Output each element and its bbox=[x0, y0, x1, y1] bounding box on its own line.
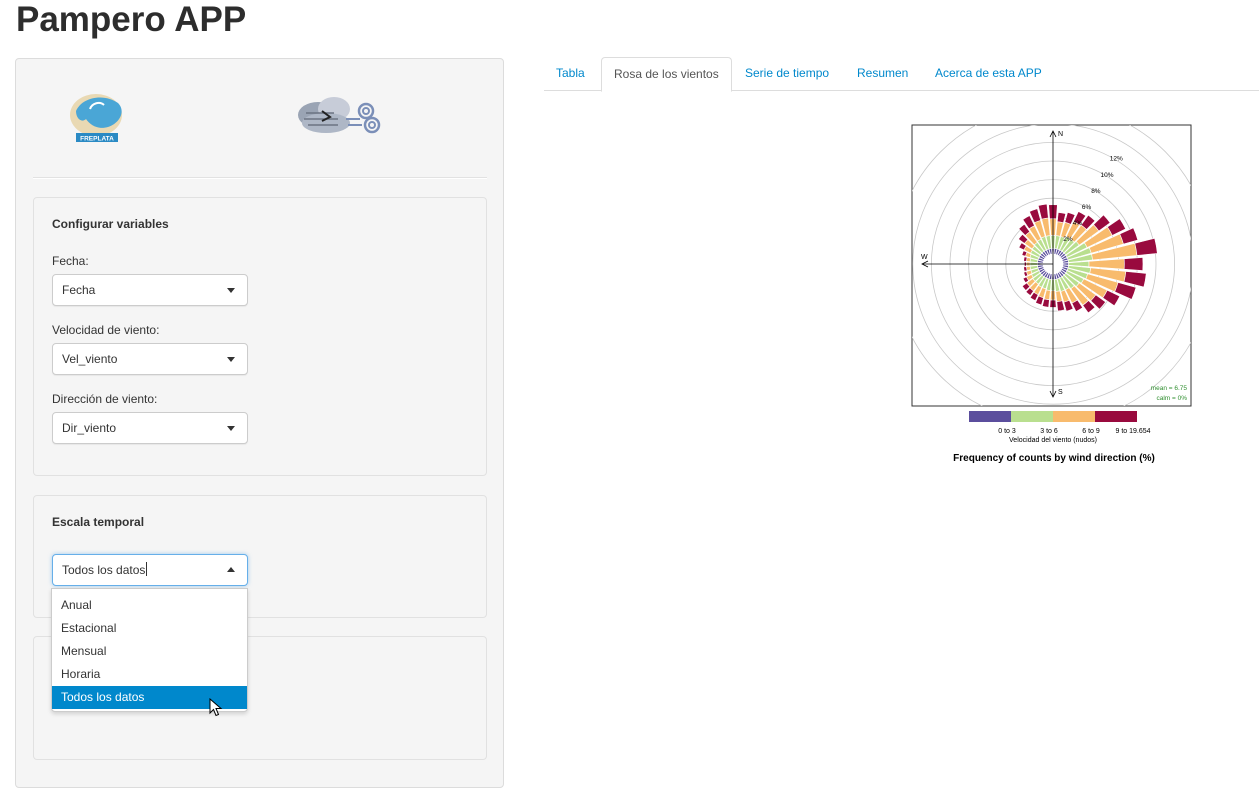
freplata-logo-text: FREPLATA bbox=[80, 136, 114, 143]
text-cursor bbox=[146, 562, 148, 576]
temporal-scale-title: Escala temporal bbox=[52, 515, 145, 529]
legend-swatch bbox=[1011, 411, 1053, 422]
app-title: Pampero APP bbox=[16, 0, 247, 39]
radial-tick-label: 12% bbox=[1110, 156, 1123, 163]
fecha-label: Fecha: bbox=[52, 254, 89, 268]
dropdown-option[interactable]: Mensual bbox=[52, 640, 247, 663]
chevron-up-icon bbox=[227, 567, 235, 572]
direccion-label: Dirección de viento: bbox=[52, 392, 158, 406]
chevron-down-icon bbox=[227, 288, 235, 293]
temporal-scale-value: Todos los datos bbox=[62, 563, 146, 577]
mean-stat: mean = 6.75 bbox=[1151, 385, 1188, 392]
chart-title: Frequency of counts by wind direction (%… bbox=[953, 453, 1155, 464]
dropdown-option[interactable]: Horaria bbox=[52, 663, 247, 686]
direccion-select[interactable]: Dir_viento bbox=[52, 412, 248, 444]
plot-panel bbox=[911, 124, 1192, 407]
calm-stat: calm = 0% bbox=[1156, 395, 1187, 402]
legend-swatch bbox=[1053, 411, 1095, 422]
legend-swatch bbox=[1095, 411, 1137, 422]
rose-sector bbox=[1123, 257, 1144, 271]
dropdown-option[interactable]: Estacional bbox=[52, 617, 247, 640]
velocidad-select[interactable]: Vel_viento bbox=[52, 343, 248, 375]
main-tabs: Tabla Rosa de los vientos Serie de tiemp… bbox=[544, 57, 1259, 92]
clouds-logo bbox=[298, 97, 381, 134]
radial-tick-label: 4% bbox=[1073, 220, 1083, 227]
rose-sector bbox=[1023, 266, 1028, 272]
chevron-down-icon bbox=[227, 426, 235, 431]
tab-tabla[interactable]: Tabla bbox=[544, 57, 597, 91]
mouse-pointer-icon bbox=[209, 698, 223, 717]
variables-panel-title: Configurar variables bbox=[52, 217, 169, 231]
freplata-logo: FREPLATA bbox=[70, 94, 122, 143]
tab-rosa-de-los-vientos[interactable]: Rosa de los vientos bbox=[601, 57, 732, 92]
legend-label: 0 to 3 bbox=[998, 428, 1016, 435]
tab-serie-de-tiempo[interactable]: Serie de tiempo bbox=[733, 57, 841, 91]
tab-resumen[interactable]: Resumen bbox=[845, 57, 920, 91]
fecha-select[interactable]: Fecha bbox=[52, 274, 248, 306]
radial-tick-label: 2% bbox=[1063, 236, 1073, 243]
temporal-scale-dropdown: Anual Estacional Mensual Horaria Todos l… bbox=[51, 588, 248, 712]
dropdown-option[interactable]: Anual bbox=[52, 594, 247, 617]
direction-label-w: W bbox=[921, 254, 928, 261]
direccion-select-value: Dir_viento bbox=[62, 421, 117, 435]
fecha-select-value: Fecha bbox=[62, 283, 96, 297]
direction-label-n: N bbox=[1058, 131, 1063, 138]
variables-panel: Configurar variables Fecha: Fecha Veloci… bbox=[33, 197, 487, 476]
legend-label: 3 to 6 bbox=[1040, 428, 1058, 435]
wind-rose-chart: N W S 2% 4% 6% 8% 10% 12% mean = 6.75 calm = 0% 0 t… bbox=[900, 118, 1200, 468]
rose-sector bbox=[1023, 256, 1028, 262]
radial-tick-label: 10% bbox=[1101, 172, 1114, 179]
velocidad-label: Velocidad de viento: bbox=[52, 323, 160, 337]
sidebar-divider bbox=[33, 177, 487, 179]
legend-label: 9 to 19.654 bbox=[1115, 428, 1150, 435]
legend-swatch bbox=[969, 411, 1011, 422]
direction-label-s: S bbox=[1058, 389, 1063, 396]
temporal-scale-select[interactable]: Todos los datos bbox=[52, 554, 248, 586]
chevron-down-icon bbox=[227, 357, 235, 362]
radial-tick-label: 6% bbox=[1082, 204, 1092, 211]
legend-label: 6 to 9 bbox=[1082, 428, 1100, 435]
tab-acerca[interactable]: Acerca de esta APP bbox=[923, 57, 1054, 91]
radial-tick-label: 8% bbox=[1091, 188, 1101, 195]
legend-title: Velocidad del viento (nudos) bbox=[1009, 437, 1097, 444]
velocidad-select-value: Vel_viento bbox=[62, 352, 118, 366]
wind-rose-svg: N W S 2% 4% 6% 8% 10% 12% mean = 6.75 calm = 0% 0 t… bbox=[911, 124, 1192, 444]
